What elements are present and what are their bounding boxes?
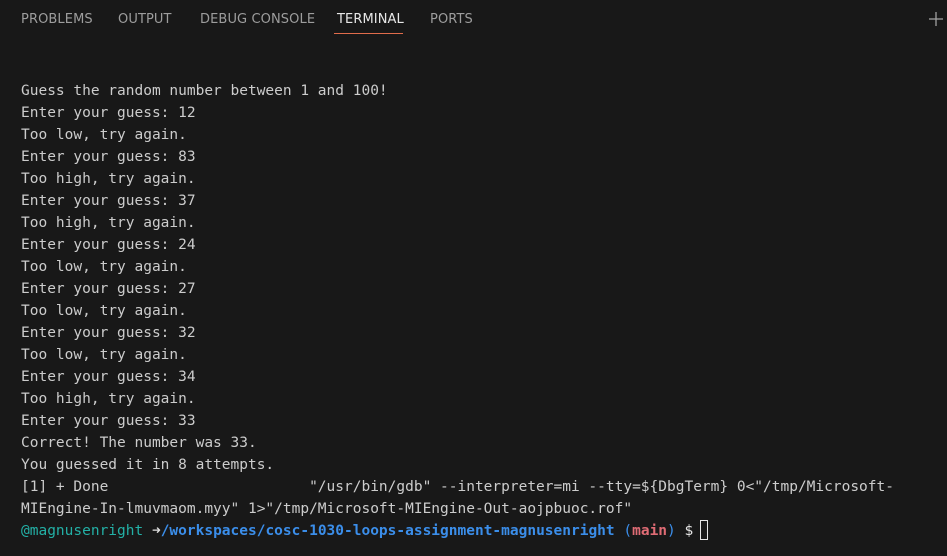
terminal-line: [1] + Done "/usr/bin/gdb" --interpreter=… — [21, 479, 894, 495]
terminal-cursor — [700, 520, 709, 540]
terminal-line: Too low, try again. — [21, 303, 187, 319]
prompt-path: /workspaces/cosc-1030-loops-assignment-m… — [160, 523, 615, 539]
prompt-branch: main — [632, 523, 668, 539]
terminal-line: Enter your guess: 33 — [21, 413, 196, 429]
prompt-arrow-icon: ➜ — [151, 523, 161, 539]
tab-output[interactable]: OUTPUT — [118, 12, 172, 28]
tab-problems[interactable]: PROBLEMS — [21, 12, 93, 28]
terminal-line: Enter your guess: 27 — [21, 281, 196, 297]
terminal-line: Correct! The number was 33. — [21, 435, 257, 451]
terminal-line: Enter your guess: 37 — [21, 193, 196, 209]
terminal-line: You guessed it in 8 attempts. — [21, 457, 275, 473]
panel-tab-bar: PROBLEMS OUTPUT DEBUG CONSOLE TERMINAL P… — [0, 0, 947, 40]
terminal-line: Enter your guess: 24 — [21, 237, 196, 253]
terminal-line: Enter your guess: 12 — [21, 105, 196, 121]
terminal-line: Too high, try again. — [21, 391, 196, 407]
terminal-panel: { "tabs": [ {"label": "PROBLEMS", "activ… — [0, 0, 947, 556]
terminal-line: Too high, try again. — [21, 171, 196, 187]
prompt-user: @magnusenright — [21, 523, 144, 539]
tab-ports[interactable]: PORTS — [430, 12, 473, 28]
terminal-line: MIEngine-In-lmuvmaom.myy" 1>"/tmp/Micros… — [21, 501, 633, 517]
terminal-line: Too low, try again. — [21, 259, 187, 275]
prompt-paren-open: ( — [623, 523, 633, 539]
terminal-line: Too high, try again. — [21, 215, 196, 231]
active-tab-indicator — [334, 33, 403, 34]
terminal-line: Enter your guess: 83 — [21, 149, 196, 165]
tab-terminal[interactable]: TERMINAL — [337, 12, 404, 28]
terminal-line: Enter your guess: 32 — [21, 325, 196, 341]
terminal-line: Enter your guess: 34 — [21, 369, 196, 385]
shell-prompt[interactable]: @magnusenright ➜/workspaces/cosc-1030-lo… — [21, 520, 945, 542]
terminal-line: Too low, try again. — [21, 347, 187, 363]
terminal-line: Guess the random number between 1 and 10… — [21, 83, 388, 99]
prompt-paren-close: ) — [667, 523, 676, 539]
prompt-dollar: $ — [684, 523, 694, 539]
tab-debug-console[interactable]: DEBUG CONSOLE — [200, 12, 315, 28]
plus-icon[interactable] — [927, 10, 945, 28]
terminal-output[interactable]: Guess the random number between 1 and 10… — [21, 80, 945, 542]
terminal-line: Too low, try again. — [21, 127, 187, 143]
